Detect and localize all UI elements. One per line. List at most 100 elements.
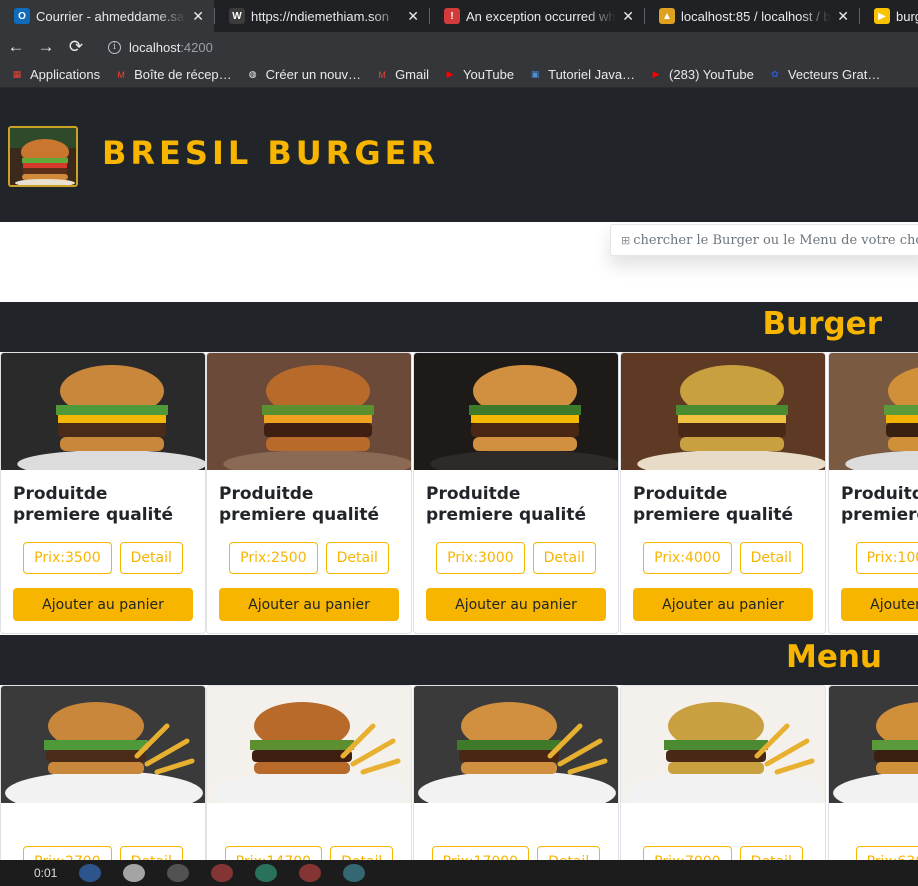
url-host: localhost (129, 39, 181, 55)
taskbar-app-icon[interactable] (79, 864, 102, 882)
bookmark-label: Gmail (395, 67, 430, 82)
close-icon[interactable]: ✕ (192, 8, 204, 25)
bookmark-item[interactable]: ▦ Applications (10, 67, 100, 82)
bookmark-label: Créer un nouv… (265, 67, 362, 82)
menu-card: Prix:17000 Detail (413, 685, 619, 860)
youtube-icon: ▶ (446, 69, 454, 79)
forward-arrow-icon[interactable]: → (32, 33, 60, 61)
food-photo[interactable] (414, 353, 618, 470)
price-button[interactable]: Prix:7000 (643, 846, 732, 860)
add-to-cart-button[interactable]: Ajouter au panier (633, 588, 813, 621)
bookmark-item[interactable]: ✿ Vecteurs Grat… (768, 67, 880, 82)
bookmark-item[interactable]: M Boîte de récep… (114, 67, 231, 82)
taskbar: 0:01 (0, 860, 918, 886)
brand-logo[interactable] (8, 126, 78, 187)
food-photo[interactable] (1, 353, 205, 470)
bookmark-item[interactable]: ◍ Créer un nouv… (246, 67, 361, 82)
price-button[interactable]: Prix:14700 (224, 846, 323, 860)
price-button[interactable]: Prix:630 (855, 846, 918, 860)
price-button[interactable]: Prix:2500 (229, 542, 318, 574)
menu-card: Prix:630Detail (828, 685, 918, 860)
globe-icon: ◍ (248, 69, 257, 79)
gmail-icon: M (117, 69, 125, 80)
browser-tab[interactable]: ! An exception occurred wh ✕ (430, 0, 644, 32)
price-button[interactable]: Prix:17000 (431, 846, 530, 860)
gmail-icon: M (378, 69, 386, 80)
burger-card: Produitde premiere qualité Prix:2500 Detai… (206, 352, 412, 634)
burger-card: Produitde premiere qualité Prix:3500 Detai… (0, 352, 206, 634)
bookmark-item[interactable]: ▶ (283) YouTube (649, 67, 754, 82)
menu-card: Prix:14700 Detail (206, 685, 412, 860)
site-header: BRESIL BURGER (0, 88, 918, 222)
taskbar-app-icon[interactable] (343, 864, 366, 882)
detail-button[interactable]: Detail (119, 542, 183, 574)
taskbar-app-icon[interactable] (255, 864, 278, 882)
bookmark-label: YouTube (463, 67, 515, 82)
taskbar-app-icon[interactable] (299, 864, 322, 882)
section-header-menu: Menu (0, 635, 918, 685)
food-photo[interactable] (829, 353, 918, 470)
food-photo[interactable] (621, 686, 825, 803)
add-to-cart-button[interactable]: Ajouter au panier (13, 588, 193, 621)
outlook-icon: O (14, 8, 30, 24)
price-button[interactable]: Prix:3500 (23, 542, 112, 574)
food-photo[interactable] (207, 353, 411, 470)
bookmark-item[interactable]: M Gmail (375, 67, 429, 82)
taskbar-app-icon[interactable] (211, 864, 234, 882)
bookmark-label: Applications (30, 67, 101, 82)
browser-tab[interactable]: Whttps://ndiemethiam.son ✕ (215, 0, 429, 32)
close-icon[interactable]: ✕ (622, 8, 634, 25)
food-photo[interactable] (1, 686, 205, 803)
food-photo[interactable] (829, 686, 918, 803)
browser-tab[interactable]: O Courrier - ahmeddame.sarr ✕ (0, 0, 214, 32)
search-input[interactable] (633, 232, 918, 248)
bookmark-label: (283) YouTube (669, 67, 754, 82)
browser-tab[interactable]: ▶ burger: (860, 0, 918, 32)
youtube-icon: ▶ (652, 69, 660, 79)
taskbar-app-icon[interactable] (123, 864, 146, 882)
detail-button[interactable]: Detail (739, 846, 803, 860)
brand-title: BRESIL BURGER (102, 134, 440, 172)
price-button[interactable]: Prix:100 (855, 542, 918, 574)
add-to-cart-button[interactable]: Ajouter au panier (219, 588, 399, 621)
price-button[interactable]: Prix:3000 (436, 542, 525, 574)
menu-card: Prix:7000 Detail (620, 685, 826, 860)
food-photo[interactable] (621, 353, 825, 470)
search-result-icon: ▶ (874, 8, 890, 24)
food-photo[interactable] (414, 686, 618, 803)
address-bar[interactable]: i localhost:4200 (108, 40, 213, 55)
price-button[interactable]: Prix:2700 (23, 846, 112, 860)
section-header-burger: Burger (0, 302, 918, 352)
detail-button[interactable]: Detail (537, 846, 601, 860)
search-box[interactable]: ⊞ (610, 224, 918, 256)
detail-button[interactable]: Detail (330, 846, 394, 860)
close-icon[interactable]: ✕ (837, 8, 849, 25)
bookmark-label: Vecteurs Grat… (787, 67, 881, 82)
detail-button[interactable]: Detail (119, 846, 183, 860)
tab-title: An exception occurred wh (466, 8, 616, 24)
site-info-icon[interactable]: i (108, 40, 121, 54)
bookmark-item[interactable]: ▣ Tutoriel Java… (528, 67, 635, 82)
bookmarks-bar: ▦ Applications M Boîte de récep… ◍ Créer un n… (0, 62, 918, 88)
phpmyadmin-icon: ▲ (659, 8, 675, 24)
bookmark-item[interactable]: ▶ YouTube (443, 67, 515, 82)
detail-button[interactable]: Detail (739, 542, 803, 574)
add-to-cart-button[interactable]: Ajouter au panier (426, 588, 606, 621)
reload-icon[interactable]: ⟳ (62, 33, 90, 61)
detail-button[interactable]: Detail (532, 542, 596, 574)
close-icon[interactable]: ✕ (407, 8, 419, 25)
back-arrow-icon[interactable]: ← (2, 33, 30, 61)
detail-button[interactable]: Detail (325, 542, 389, 574)
web-page: BRESIL BURGER ⊞ Burger Produitde premier… (0, 88, 918, 860)
tab-title: localhost:85 / localhost / b (681, 8, 831, 24)
tab-title: https://ndiemethiam.son (251, 8, 390, 24)
card-title: Produitde premiere qualité (841, 484, 918, 525)
add-to-cart-button[interactable]: Ajouter au panier (841, 588, 918, 621)
taskbar-time: 0:01 (34, 866, 58, 880)
bookmark-label: Tutoriel Java… (548, 67, 636, 82)
tutorial-icon: ▣ (530, 69, 540, 79)
food-photo[interactable] (207, 686, 411, 803)
price-button[interactable]: Prix:4000 (643, 542, 732, 574)
browser-tab[interactable]: ▲ localhost:85 / localhost / b ✕ (645, 0, 859, 32)
taskbar-app-icon[interactable] (167, 864, 190, 882)
